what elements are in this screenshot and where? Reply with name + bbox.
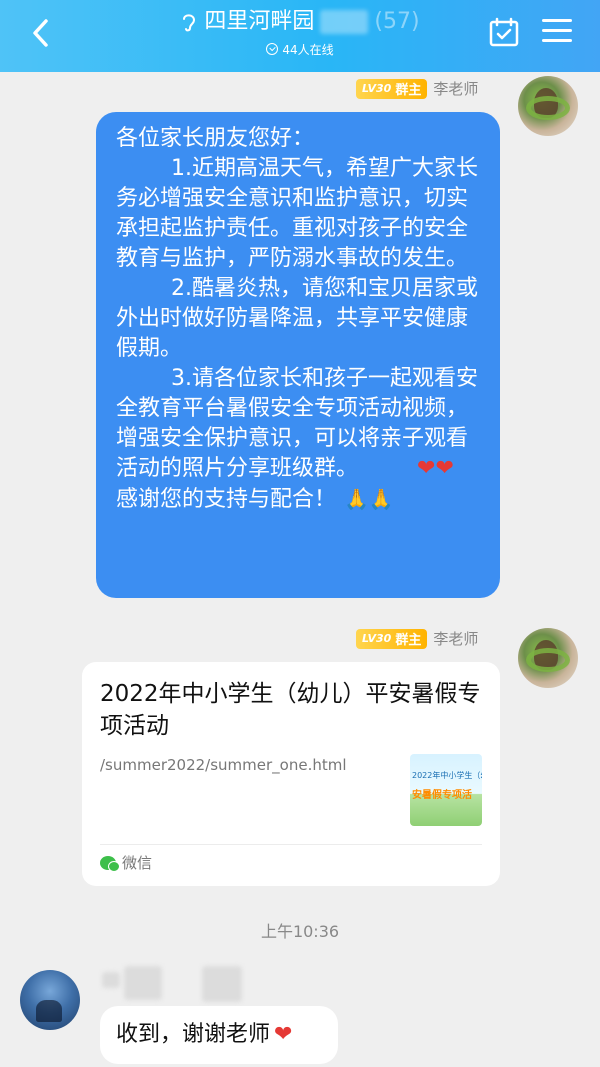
message-greeting: 各位家长朋友您好： — [116, 126, 315, 151]
link-card-thumbnail: 2022年中小学生（幼 安暑假专项活 — [410, 754, 482, 826]
message-bubble[interactable]: 收到，谢谢老师 ❤ — [100, 1006, 338, 1064]
menu-button[interactable] — [542, 19, 572, 45]
sender-name: 李老师 — [433, 630, 479, 648]
calendar-check-icon — [489, 17, 519, 47]
badge-level: LV30 — [362, 82, 392, 95]
message-sender-row: LV30 群主 李老师 — [356, 78, 478, 99]
online-status-icon — [266, 43, 279, 55]
message-text: 收到，谢谢老师 — [116, 1022, 271, 1047]
calendar-button[interactable] — [488, 16, 520, 48]
online-count: 44人在线 — [282, 42, 334, 57]
message-paragraph: 1.近期高温天气，希望广大家长务必增强安全意识和监护意识，切实承担起监护责任。重… — [116, 156, 478, 271]
blurred-sender-name — [202, 966, 242, 1002]
badge-role: 群主 — [395, 633, 422, 648]
message-timestamp: 上午10:36 — [260, 922, 340, 941]
blurred-title-part — [320, 10, 369, 34]
avatar[interactable] — [20, 970, 80, 1030]
heart-emoji-icon: ❤ — [274, 1022, 293, 1047]
message-thanks-text: 感谢您的支持与配合！ — [116, 487, 337, 512]
member-count: (57) — [374, 9, 420, 34]
link-card-title: 2022年中小学生（幼儿）平安暑假专项活动 — [100, 681, 481, 739]
thumbnail-text: 安暑假专项活 — [412, 790, 472, 801]
link-card-source: 微信 — [100, 852, 152, 873]
avatar[interactable] — [518, 628, 578, 688]
chat-header: 四里河畔园 (57) 44人在线 — [0, 0, 600, 72]
thumbnail-text: 2022年中小学生（幼 — [412, 771, 482, 780]
ear-icon — [183, 14, 196, 32]
owner-badge: LV30 群主 — [356, 78, 428, 99]
badge-role: 群主 — [395, 83, 422, 98]
blurred-badge — [102, 972, 120, 988]
message-paragraph: 3.请各位家长和孩子一起观看安全教育平台暑假安全专项活动视频，增强安全保护意识，… — [116, 364, 480, 484]
message-sender-row: LV30 群主 李老师 — [356, 628, 478, 649]
wechat-icon — [100, 855, 120, 872]
menu-icon — [542, 19, 572, 42]
avatar[interactable] — [518, 76, 578, 136]
owner-badge: LV30 群主 — [356, 628, 428, 649]
sender-name: 李老师 — [433, 80, 479, 98]
link-card-url: /summer2022/summer_one.html — [100, 756, 347, 774]
pray-hands-emoji-icon: 🙏🙏 — [344, 487, 394, 511]
chat-title: 四里河畔园 — [204, 9, 315, 34]
blurred-sender-name — [124, 966, 162, 1000]
link-card[interactable]: 2022年中小学生（幼儿）平安暑假专项活动 /summer2022/summer… — [82, 662, 500, 886]
message-thanks: 感谢您的支持与配合！ 🙏🙏 — [116, 484, 480, 515]
divider — [100, 844, 482, 845]
heart-emoji-icon: ❤❤ — [417, 456, 454, 481]
message-bubble[interactable]: 各位家长朋友您好： 1.近期高温天气，希望广大家长务必增强安全意识和监护意识，切… — [96, 112, 500, 598]
message-paragraph: 2.酷暑炎热，请您和宝贝居家或外出时做好防暑降温，共享平安健康假期。 — [116, 276, 478, 361]
source-label: 微信 — [122, 854, 153, 872]
badge-level: LV30 — [362, 632, 392, 645]
